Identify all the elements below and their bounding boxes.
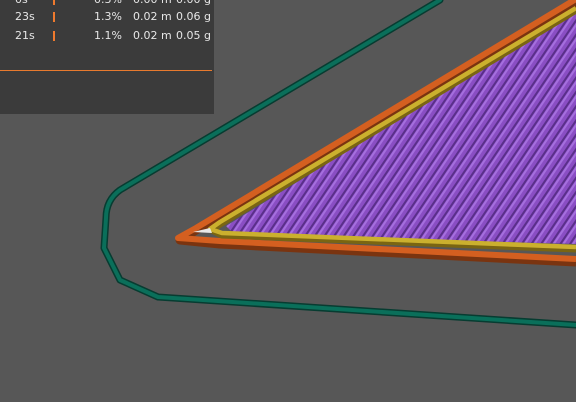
legend-percent: 0.3% (94, 0, 122, 8)
legend-color-swatch (53, 31, 55, 41)
legend-weight: 0.00 g (176, 0, 211, 8)
legend-length: 0.02 m (133, 10, 172, 23)
legend-color-swatch (53, 12, 55, 22)
legend-percent: 1.1% (94, 29, 122, 42)
legend-time: 23s (15, 10, 35, 23)
legend-row: 0s 0.3% 0.00 m 0.00 g (0, 0, 214, 8)
legend-panel: 0s 0.3% 0.00 m 0.00 g 23s 1.3% 0.02 m 0.… (0, 0, 214, 114)
legend-divider (0, 70, 212, 71)
legend-length: 0.00 m (133, 0, 172, 8)
legend-row: 21s 1.1% 0.02 m 0.05 g (0, 28, 214, 44)
legend-time: 21s (15, 29, 35, 42)
legend-percent: 1.3% (94, 10, 122, 23)
legend-color-swatch (53, 0, 55, 5)
legend-length: 0.02 m (133, 29, 172, 42)
legend-time: 0s (15, 0, 28, 8)
legend-weight: 0.06 g (176, 10, 211, 23)
legend-row: 23s 1.3% 0.02 m 0.06 g (0, 9, 214, 25)
legend-weight: 0.05 g (176, 29, 211, 42)
